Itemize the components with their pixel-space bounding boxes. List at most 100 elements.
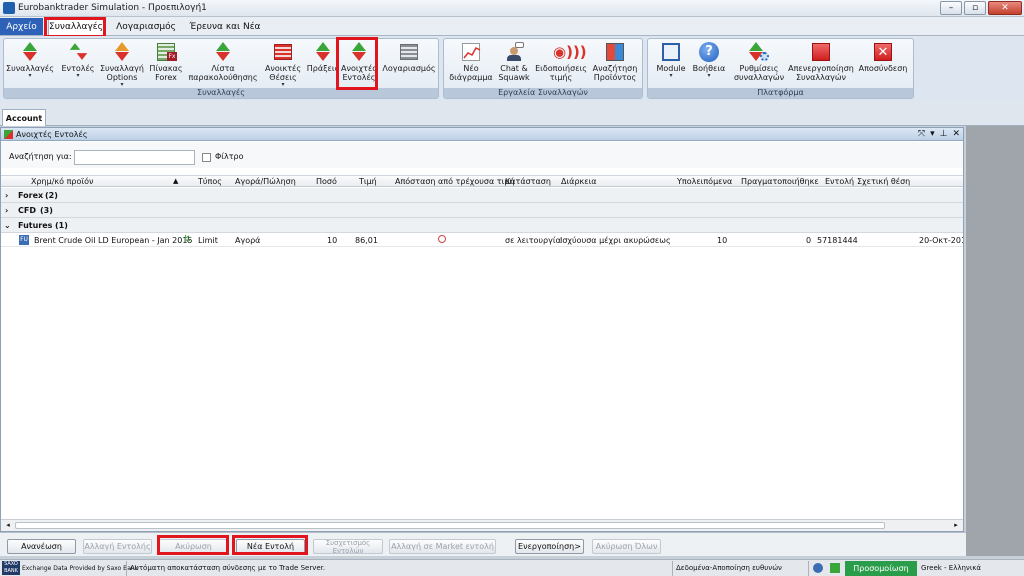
horizontal-scrollbar[interactable]: ◂ ▸ (1, 519, 963, 531)
cell-status: σε λειτουργία (505, 236, 561, 245)
column-distance[interactable]: Απόσταση από τρέχουσα τιμή (395, 177, 515, 186)
scroll-left-icon[interactable]: ◂ (2, 520, 14, 531)
search-label: Αναζήτηση για: (9, 152, 72, 161)
refresh-button[interactable]: Ανανέωση (7, 539, 76, 554)
column-related[interactable]: Σχετική θέση (857, 177, 910, 186)
scroll-thumb[interactable] (15, 522, 885, 529)
table-header: Χρημ/κό προϊόν ▲ Τύπος Αγορά/Πώληση Ποσό… (1, 175, 963, 187)
menu-tab-research[interactable]: Έρευνα και Νέα (186, 18, 264, 35)
cell-related: 20-Οκτ-2014 (919, 236, 963, 245)
column-order-id[interactable]: Εντολή (825, 177, 854, 186)
disclaimer-link[interactable]: Δεδομένα-Αποποίηση ευθυνών (676, 564, 782, 572)
modify-order-button[interactable]: Αλλαγή Εντολής (83, 539, 152, 554)
alert-signal-icon: ◉))) (553, 43, 587, 61)
ribbon-help-button[interactable]: ? Βοήθεια ▾ (690, 41, 728, 88)
cancel-all-button[interactable]: Ακύρωση Όλων (592, 539, 661, 554)
link-orders-button[interactable]: Συσχετισμός Εντολών (313, 539, 383, 555)
action-bar: Ανανέωση Αλλαγή Εντολής Ακύρωση Νέα Εντο… (0, 532, 966, 556)
distance-indicator-icon (438, 235, 446, 243)
ribbon-chat-squawk-button[interactable]: Chat & Squawk (494, 41, 534, 88)
ribbon-orders-button[interactable]: Εντολές ▾ (56, 41, 100, 88)
data-provider-text: Exchange Data Provided by Saxo Bank (22, 565, 139, 572)
menu-file[interactable]: Αρχείο (0, 18, 43, 35)
expand-icon[interactable]: ⤧ (918, 129, 925, 140)
activate-button[interactable]: Ενεργοποίηση> (515, 539, 584, 554)
cell-side: Αγορά (235, 236, 261, 245)
right-side-pane (966, 126, 1024, 556)
column-remaining[interactable]: Υπολειπόμενα (677, 177, 732, 186)
ribbon-trades-button[interactable]: Συναλλαγές ▾ (6, 41, 54, 88)
column-type[interactable]: Τύπος (198, 177, 222, 186)
tab-account[interactable]: Account (2, 109, 46, 126)
cell-type: Limit (198, 236, 218, 245)
minimize-button[interactable]: – (940, 1, 962, 15)
column-side[interactable]: Αγορά/Πώληση (235, 177, 296, 186)
maximize-button[interactable]: ▫ (964, 1, 986, 15)
menu-tab-account[interactable]: Λογαριασμός (110, 18, 182, 35)
column-duration[interactable]: Διάρκεια (561, 177, 597, 186)
limit-order-icon: ↯ (183, 234, 192, 245)
close-button[interactable]: ✕ (988, 1, 1022, 15)
ribbon-account-button[interactable]: Λογαριασμός (380, 41, 438, 88)
column-instrument[interactable]: Χρημ/κό προϊόν (31, 177, 93, 186)
settings-gear-icon (749, 42, 769, 62)
stop-icon (811, 42, 831, 62)
ribbon-trade-settings-button[interactable]: Ρυθμίσεις συναλλαγών (728, 41, 790, 88)
ribbon-price-alerts-button[interactable]: ◉))) Ειδοποιήσεις τιμής (534, 41, 588, 88)
table-row[interactable]: FU Brent Crude Oil LD European - Jan 201… (1, 233, 963, 247)
language-indicator[interactable]: Greek - Ελληνικά (921, 564, 981, 572)
forex-board-icon: Fx (156, 42, 177, 62)
column-price[interactable]: Τιμή (359, 177, 377, 186)
ribbon-logout-button[interactable]: ✕ Αποσύνδεση (854, 41, 912, 88)
ribbon-instrument-search-button[interactable]: Αναζήτηση Προϊόντος (590, 41, 640, 88)
panel-menu-icon[interactable]: ▾ (930, 129, 935, 140)
search-input[interactable] (74, 150, 195, 165)
chart-icon (461, 42, 481, 62)
ribbon-open-orders-button[interactable]: Ανοιχτές Εντολές (340, 41, 378, 88)
open-orders-panel: Ανοιχτές Εντολές ⤧ ▾ ⊥ ✕ Αναζήτηση για: … (0, 127, 964, 532)
trades-history-icon (313, 42, 333, 62)
group-label-trading: Συναλλαγές (4, 88, 438, 98)
ribbon-open-positions-button[interactable]: Ανοικτές Θέσεις ▾ (260, 41, 306, 88)
pin-icon[interactable]: ⊥ (940, 129, 948, 140)
filter-label: Φίλτρο (215, 152, 244, 161)
panel-header: Ανοιχτές Εντολές ⤧ ▾ ⊥ ✕ (1, 128, 963, 141)
sort-asc-icon: ▲ (173, 177, 179, 185)
ribbon-trades-history-button[interactable]: Πράξεις (306, 41, 340, 88)
options-icon (112, 42, 132, 62)
filter-checkbox[interactable] (202, 153, 211, 162)
ribbon-module-button[interactable]: Module ▾ (651, 41, 691, 88)
ribbon-new-chart-button[interactable]: Νέο διάγραμμα (448, 41, 494, 88)
group-label-tools: Εργαλεία Συναλλαγών (444, 88, 642, 98)
cell-amount: 10 (327, 236, 338, 245)
group-row-forex[interactable]: › Forex (2) (1, 188, 963, 203)
ribbon-disable-trading-button[interactable]: Απενεργοποίηση Συναλλαγών (788, 41, 854, 88)
watchlist-icon (213, 42, 233, 62)
cancel-order-button[interactable]: Ακύρωση (159, 539, 228, 554)
cell-order-id: 57181444 (817, 236, 858, 245)
cell-remaining: 10 (717, 236, 728, 245)
window-title: Eurobanktrader Simulation - Προεπιλογή1 (18, 3, 207, 13)
connection-icon (813, 563, 823, 573)
menu-bar: Αρχείο Συναλλαγές Λογαριασμός Έρευνα και… (0, 17, 1024, 36)
menu-tab-trading[interactable]: Συναλλαγές (48, 18, 104, 35)
column-filled[interactable]: Πραγματοποιήθηκε (741, 177, 819, 186)
group-label-platform: Πλατφόρμα (648, 88, 913, 98)
group-row-cfd[interactable]: › CFD (3) (1, 203, 963, 218)
saxo-logo: SAXO BANK (2, 561, 20, 575)
open-orders-icon (349, 42, 369, 62)
ribbon-options-trade-button[interactable]: Συναλλαγή Options ▾ (100, 41, 144, 88)
change-to-market-button[interactable]: Αλλαγή σε Market εντολή (389, 539, 496, 554)
ribbon-forex-board-button[interactable]: Fx Πίνακας Forex (146, 41, 186, 88)
column-amount[interactable]: Ποσό (316, 177, 337, 186)
chat-icon (504, 42, 524, 62)
group-row-futures[interactable]: ⌄ Futures (1) (1, 218, 963, 233)
new-order-button[interactable]: Νέα Εντολή (236, 539, 305, 554)
column-status[interactable]: Κατάσταση (505, 177, 551, 186)
panel-close-icon[interactable]: ✕ (952, 129, 960, 140)
scroll-right-icon[interactable]: ▸ (950, 520, 962, 531)
ribbon: Συναλλαγές ▾ Εντολές ▾ Συναλλαγή Options ▾ … (0, 36, 1024, 101)
panel-title: Ανοιχτές Εντολές (16, 129, 88, 139)
ribbon-watchlist-button[interactable]: Λίστα παρακολούθησης (188, 41, 258, 88)
logout-x-icon: ✕ (873, 42, 893, 62)
